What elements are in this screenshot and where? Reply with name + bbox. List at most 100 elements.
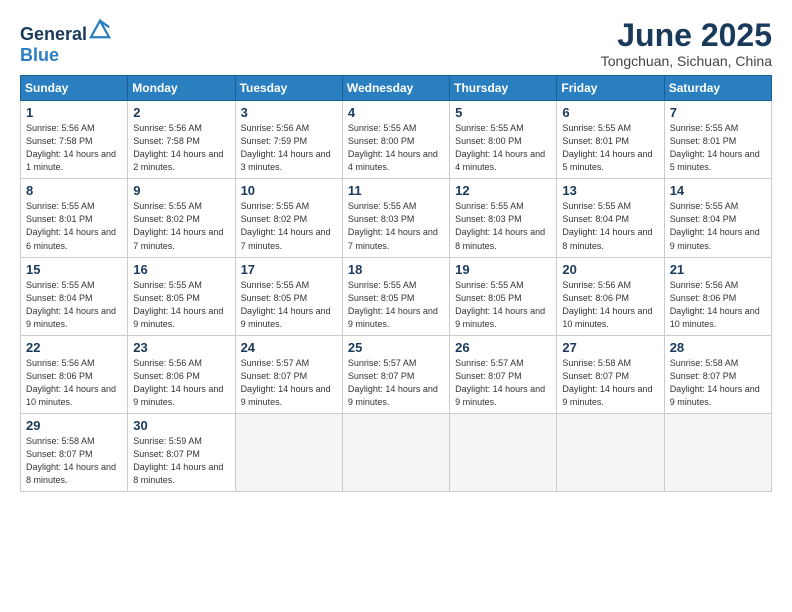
day-number: 27	[562, 340, 658, 355]
location: Tongchuan, Sichuan, China	[601, 53, 772, 69]
day-number: 22	[26, 340, 122, 355]
day-number: 9	[133, 183, 229, 198]
day-info: Sunrise: 5:57 AMSunset: 8:07 PMDaylight:…	[348, 357, 444, 409]
day-info: Sunrise: 5:55 AMSunset: 8:00 PMDaylight:…	[348, 122, 444, 174]
table-row: 27 Sunrise: 5:58 AMSunset: 8:07 PMDayligh…	[557, 335, 664, 413]
day-number: 7	[670, 105, 766, 120]
day-info: Sunrise: 5:55 AMSunset: 8:01 PMDaylight:…	[670, 122, 766, 174]
day-info: Sunrise: 5:55 AMSunset: 8:05 PMDaylight:…	[348, 279, 444, 331]
table-row: 3Sunrise: 5:56 AMSunset: 7:59 PMDaylight…	[235, 101, 342, 179]
day-info: Sunrise: 5:56 AMSunset: 8:06 PMDaylight:…	[26, 357, 122, 409]
day-number: 13	[562, 183, 658, 198]
table-row: 10 Sunrise: 5:55 AMSunset: 8:02 PMDayligh…	[235, 179, 342, 257]
day-info: Sunrise: 5:55 AMSunset: 8:05 PMDaylight:…	[241, 279, 337, 331]
table-row: 18 Sunrise: 5:55 AMSunset: 8:05 PMDayligh…	[342, 257, 449, 335]
day-number: 11	[348, 183, 444, 198]
day-info: Sunrise: 5:55 AMSunset: 8:01 PMDaylight:…	[562, 122, 658, 174]
day-info: Sunrise: 5:55 AMSunset: 8:01 PMDaylight:…	[26, 200, 122, 252]
day-number: 8	[26, 183, 122, 198]
table-row: 6 Sunrise: 5:55 AMSunset: 8:01 PMDaylight…	[557, 101, 664, 179]
table-row: 25 Sunrise: 5:57 AMSunset: 8:07 PMDayligh…	[342, 335, 449, 413]
title-block: June 2025 Tongchuan, Sichuan, China	[601, 18, 772, 69]
col-thursday: Thursday	[450, 76, 557, 101]
day-number: 15	[26, 262, 122, 277]
day-number: 3	[241, 105, 337, 120]
calendar-week-row: 29Sunrise: 5:58 AMSunset: 8:07 PMDayligh…	[21, 413, 772, 491]
table-row: 16Sunrise: 5:55 AMSunset: 8:05 PMDayligh…	[128, 257, 235, 335]
table-row: 2 Sunrise: 5:56 AMSunset: 7:58 PMDaylight…	[128, 101, 235, 179]
table-row: 9 Sunrise: 5:55 AMSunset: 8:02 PMDaylight…	[128, 179, 235, 257]
col-friday: Friday	[557, 76, 664, 101]
day-info: Sunrise: 5:55 AMSunset: 8:04 PMDaylight:…	[26, 279, 122, 331]
calendar-week-row: 1Sunrise: 5:56 AMSunset: 7:58 PMDaylight…	[21, 101, 772, 179]
table-row: 28 Sunrise: 5:58 AMSunset: 8:07 PMDayligh…	[664, 335, 771, 413]
logo-icon	[89, 18, 111, 40]
table-row: 4 Sunrise: 5:55 AMSunset: 8:00 PMDaylight…	[342, 101, 449, 179]
col-tuesday: Tuesday	[235, 76, 342, 101]
table-row: 21 Sunrise: 5:56 AMSunset: 8:06 PMDayligh…	[664, 257, 771, 335]
table-row: 22 Sunrise: 5:56 AMSunset: 8:06 PMDayligh…	[21, 335, 128, 413]
calendar-week-row: 15 Sunrise: 5:55 AMSunset: 8:04 PMDayligh…	[21, 257, 772, 335]
day-info: Sunrise: 5:55 AMSunset: 8:00 PMDaylight:…	[455, 122, 551, 174]
table-row: 15 Sunrise: 5:55 AMSunset: 8:04 PMDayligh…	[21, 257, 128, 335]
calendar-body: 1Sunrise: 5:56 AMSunset: 7:58 PMDaylight…	[21, 101, 772, 492]
day-info: Sunrise: 5:55 AMSunset: 8:02 PMDaylight:…	[133, 200, 229, 252]
day-info: Sunrise: 5:55 AMSunset: 8:02 PMDaylight:…	[241, 200, 337, 252]
day-number: 16	[133, 262, 229, 277]
day-number: 25	[348, 340, 444, 355]
table-row: 5 Sunrise: 5:55 AMSunset: 8:00 PMDaylight…	[450, 101, 557, 179]
day-number: 20	[562, 262, 658, 277]
table-row	[342, 413, 449, 491]
day-info: Sunrise: 5:57 AMSunset: 8:07 PMDaylight:…	[241, 357, 337, 409]
day-info: Sunrise: 5:56 AMSunset: 8:06 PMDaylight:…	[670, 279, 766, 331]
day-number: 18	[348, 262, 444, 277]
day-number: 30	[133, 418, 229, 433]
table-row: 12 Sunrise: 5:55 AMSunset: 8:03 PMDayligh…	[450, 179, 557, 257]
day-info: Sunrise: 5:58 AMSunset: 8:07 PMDaylight:…	[670, 357, 766, 409]
day-info: Sunrise: 5:59 AMSunset: 8:07 PMDaylight:…	[133, 435, 229, 487]
col-sunday: Sunday	[21, 76, 128, 101]
table-row: 13 Sunrise: 5:55 AMSunset: 8:04 PMDayligh…	[557, 179, 664, 257]
day-number: 14	[670, 183, 766, 198]
calendar-week-row: 8 Sunrise: 5:55 AMSunset: 8:01 PMDaylight…	[21, 179, 772, 257]
day-info: Sunrise: 5:58 AMSunset: 8:07 PMDaylight:…	[562, 357, 658, 409]
day-number: 23	[133, 340, 229, 355]
day-number: 10	[241, 183, 337, 198]
table-row: 20Sunrise: 5:56 AMSunset: 8:06 PMDayligh…	[557, 257, 664, 335]
day-info: Sunrise: 5:55 AMSunset: 8:03 PMDaylight:…	[348, 200, 444, 252]
day-number: 24	[241, 340, 337, 355]
page: General Blue June 2025 Tongchuan, Sichua…	[0, 0, 792, 612]
day-info: Sunrise: 5:56 AMSunset: 8:06 PMDaylight:…	[133, 357, 229, 409]
day-number: 19	[455, 262, 551, 277]
month-title: June 2025	[601, 18, 772, 53]
day-number: 26	[455, 340, 551, 355]
day-info: Sunrise: 5:56 AMSunset: 7:58 PMDaylight:…	[26, 122, 122, 174]
day-number: 17	[241, 262, 337, 277]
day-info: Sunrise: 5:56 AMSunset: 7:58 PMDaylight:…	[133, 122, 229, 174]
day-number: 6	[562, 105, 658, 120]
day-number: 12	[455, 183, 551, 198]
header: General Blue June 2025 Tongchuan, Sichua…	[20, 18, 772, 69]
day-number: 28	[670, 340, 766, 355]
table-row	[235, 413, 342, 491]
col-monday: Monday	[128, 76, 235, 101]
day-number: 4	[348, 105, 444, 120]
table-row: 14 Sunrise: 5:55 AMSunset: 8:04 PMDayligh…	[664, 179, 771, 257]
table-row: 17 Sunrise: 5:55 AMSunset: 8:05 PMDayligh…	[235, 257, 342, 335]
day-info: Sunrise: 5:55 AMSunset: 8:03 PMDaylight:…	[455, 200, 551, 252]
day-info: Sunrise: 5:55 AMSunset: 8:04 PMDaylight:…	[562, 200, 658, 252]
table-row: 1Sunrise: 5:56 AMSunset: 7:58 PMDaylight…	[21, 101, 128, 179]
day-info: Sunrise: 5:57 AMSunset: 8:07 PMDaylight:…	[455, 357, 551, 409]
day-number: 5	[455, 105, 551, 120]
table-row	[557, 413, 664, 491]
day-info: Sunrise: 5:55 AMSunset: 8:05 PMDaylight:…	[455, 279, 551, 331]
day-info: Sunrise: 5:55 AMSunset: 8:04 PMDaylight:…	[670, 200, 766, 252]
day-number: 21	[670, 262, 766, 277]
table-row: 30 Sunrise: 5:59 AMSunset: 8:07 PMDayligh…	[128, 413, 235, 491]
calendar-week-row: 22 Sunrise: 5:56 AMSunset: 8:06 PMDayligh…	[21, 335, 772, 413]
day-number: 29	[26, 418, 122, 433]
table-row: 8 Sunrise: 5:55 AMSunset: 8:01 PMDaylight…	[21, 179, 128, 257]
table-row	[450, 413, 557, 491]
day-number: 2	[133, 105, 229, 120]
col-wednesday: Wednesday	[342, 76, 449, 101]
